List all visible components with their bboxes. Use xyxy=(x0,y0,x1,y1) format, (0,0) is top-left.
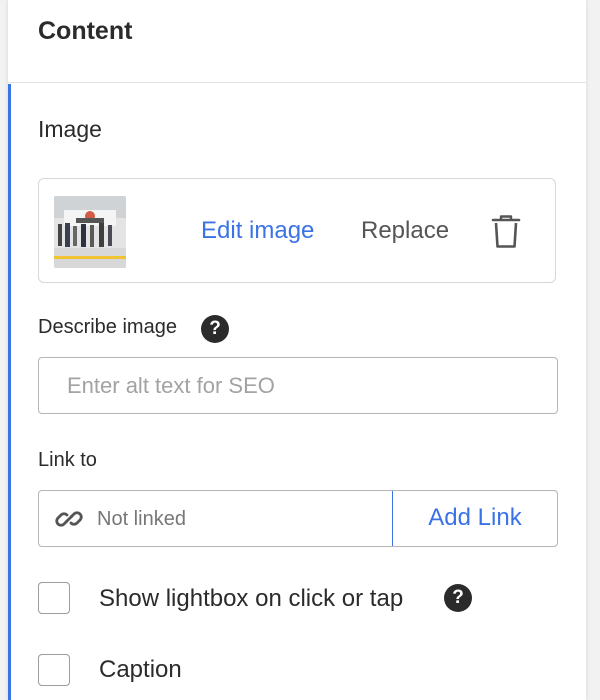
image-section-label: Image xyxy=(38,116,102,142)
content-panel: Content Image Edit image Replace Describ… xyxy=(8,0,586,700)
link-to-label: Link to xyxy=(38,449,97,471)
alt-text-input[interactable] xyxy=(38,357,558,414)
trash-icon[interactable] xyxy=(491,215,521,249)
describe-image-label: Describe image xyxy=(38,316,177,338)
image-thumbnail[interactable] xyxy=(54,196,126,268)
describe-help-icon[interactable]: ? xyxy=(201,315,229,343)
replace-image-button[interactable]: Replace xyxy=(361,217,449,245)
lightbox-label[interactable]: Show lightbox on click or tap xyxy=(99,585,403,613)
panel-header: Content xyxy=(8,0,586,83)
active-section-indicator xyxy=(8,84,11,700)
lightbox-help-icon[interactable]: ? xyxy=(444,584,472,612)
add-link-button[interactable]: Add Link xyxy=(392,491,557,546)
caption-label[interactable]: Caption xyxy=(99,656,182,684)
link-icon xyxy=(55,505,83,533)
caption-checkbox[interactable] xyxy=(38,654,70,686)
edit-image-button[interactable]: Edit image xyxy=(201,217,314,245)
lightbox-checkbox[interactable] xyxy=(38,582,70,614)
link-status: Not linked xyxy=(97,508,186,530)
link-field[interactable]: Not linked Add Link xyxy=(38,490,558,547)
panel-title: Content xyxy=(38,17,133,45)
image-card: Edit image Replace xyxy=(38,178,556,283)
